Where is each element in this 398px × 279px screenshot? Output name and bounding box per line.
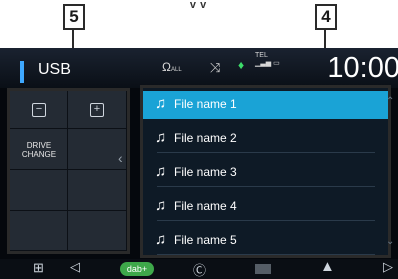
shuffle-icon: ⤨ <box>210 60 221 75</box>
list-item[interactable]: ♫ File name 1 <box>143 91 388 119</box>
usb-indicator <box>20 61 24 83</box>
empty-button-4[interactable] <box>68 170 127 211</box>
folder-plus-icon: + <box>90 103 104 117</box>
empty-button-6[interactable] <box>68 211 127 251</box>
audio-all-icon: ΩALL <box>162 60 182 74</box>
tel-label: TEL <box>255 52 268 59</box>
list-item[interactable]: ♫ File name 5 <box>143 227 388 255</box>
tel-signal-icon: TEL ▁▃▅ ▭ <box>255 52 280 67</box>
scroll-up-icon[interactable]: ⌃ <box>386 96 394 107</box>
callout-label-5: 5 <box>63 4 85 30</box>
music-note-icon: ♫ <box>155 129 167 146</box>
circle-c-icon[interactable]: Ⓒ <box>193 260 206 279</box>
clock: 10:00 <box>327 52 398 84</box>
dab-plus-icon[interactable]: dab+ <box>120 262 154 276</box>
bluetooth-icon: ♦ <box>238 58 245 72</box>
drive-change-button[interactable]: DRIVE CHANGE <box>10 129 68 170</box>
device-screen: USB ΩALL ⤨ ♦ TEL ▁▃▅ ▭ 10:00 − + DRIVE CH… <box>0 48 398 279</box>
list-item[interactable]: ♫ File name 2 <box>143 125 388 153</box>
music-note-icon: ♫ <box>155 197 167 214</box>
scroll-down-icon[interactable]: ⌄ <box>386 236 394 247</box>
music-note-icon: ♫ <box>155 95 167 112</box>
file-list: ♫ File name 1 ♫ File name 2 ♫ File name … <box>140 85 391 258</box>
source-label[interactable]: USB <box>38 61 71 79</box>
music-note-icon: ♫ <box>155 163 167 180</box>
file-name: File name 1 <box>174 97 237 111</box>
bottom-bar: ⊞ ◁ dab+ Ⓒ ▲ ▷ <box>0 258 398 279</box>
navigation-icon[interactable]: ▲ <box>320 258 335 275</box>
callout-label-4: 4 <box>315 4 337 30</box>
expand-folder-button[interactable]: + <box>68 91 127 129</box>
right-arrow-icon[interactable]: ▷ <box>383 259 393 275</box>
left-arrow-icon[interactable]: ◁ <box>70 259 80 275</box>
grid-menu-icon[interactable]: ⊞ <box>33 260 44 276</box>
music-note-icon: ♫ <box>155 231 167 248</box>
panel-collapse-handle[interactable]: ‹ <box>118 150 123 166</box>
screen-mirror-icon[interactable] <box>255 264 271 274</box>
file-name: File name 4 <box>174 199 237 213</box>
file-name: File name 5 <box>174 233 237 247</box>
file-name: File name 2 <box>174 131 237 145</box>
empty-button-5[interactable] <box>10 211 68 251</box>
empty-button-3[interactable] <box>10 170 68 211</box>
list-item[interactable]: ♫ File name 4 <box>143 193 388 221</box>
folder-minus-icon: − <box>32 103 46 117</box>
cropped-top-text: ᵥ ᵥ <box>189 0 207 11</box>
list-item[interactable]: ♫ File name 3 <box>143 159 388 187</box>
drive-change-label: DRIVE CHANGE <box>21 141 57 159</box>
file-name: File name 3 <box>174 165 237 179</box>
collapse-folder-button[interactable]: − <box>10 91 68 129</box>
status-bar: USB ΩALL ⤨ ♦ TEL ▁▃▅ ▭ 10:00 <box>0 48 398 88</box>
left-control-panel: − + DRIVE CHANGE <box>7 88 130 254</box>
